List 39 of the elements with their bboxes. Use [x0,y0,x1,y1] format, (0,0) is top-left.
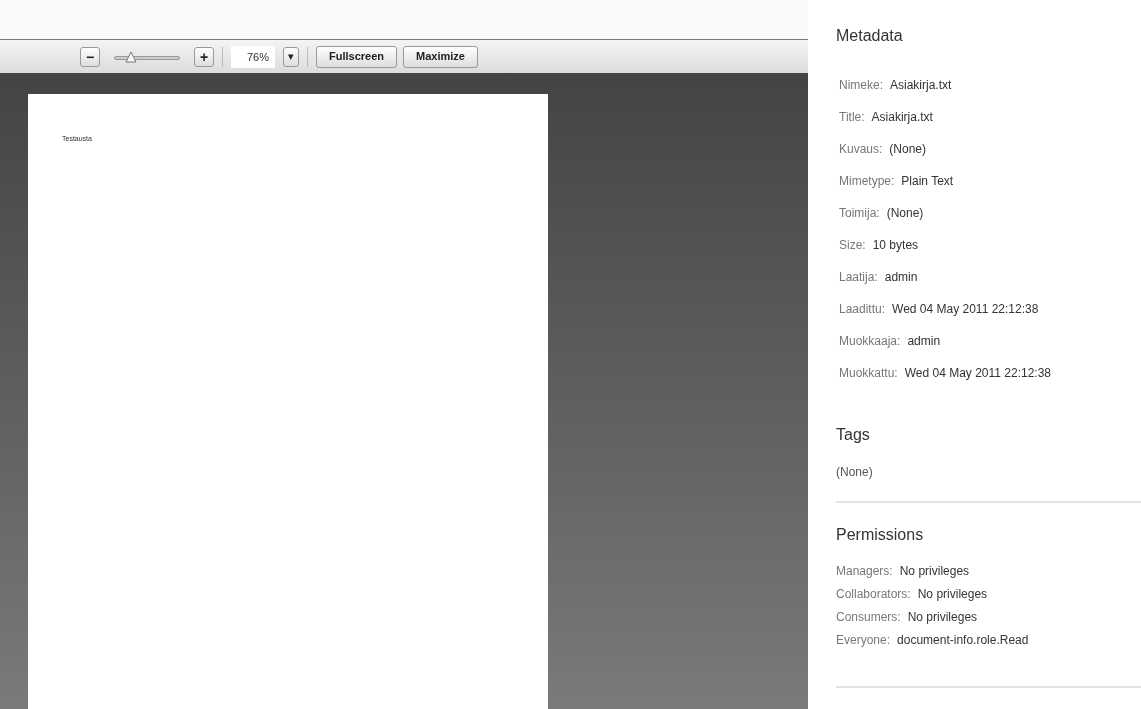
field-label: Muokkaaja: [839,333,901,350]
field-value: 10 bytes [872,237,919,254]
field-value: admin [884,269,918,286]
field-label: Laadittu: [839,301,886,318]
field-value: No privileges [899,563,970,580]
field-value: document-info.role.Read [897,632,1029,649]
section-heading: Tags [836,425,871,445]
field-label: Size: [839,237,866,254]
section-heading: Permissions [836,525,925,545]
field-label: Nimeke: [839,77,883,94]
field-value: Plain Text [901,173,954,190]
field-label: Managers: [836,563,893,580]
zoom-in-button[interactable]: + [194,46,214,67]
zoom-field[interactable]: 76% [231,45,275,68]
tags-value: (None) [836,464,874,481]
field-value: (None) [889,141,927,158]
field-label: Consumers: [836,609,901,626]
field-label: Everyone: [836,632,891,649]
field-label: Muokkattu: [839,365,898,382]
field-value: Wed 04 May 2011 22:12:38 [892,301,1039,318]
field-value: Wed 04 May 2011 22:12:38 [904,365,1052,382]
section-heading: Metadata [836,26,904,46]
field-value: admin [907,333,941,350]
field-label: Title: [839,109,865,126]
field-label: Collaborators: [836,586,911,603]
field-value: Asiakirja.txt [871,109,933,126]
field-value: Asiakirja.txt [890,77,952,94]
slider-thumb[interactable] [124,50,137,63]
field-value: (None) [886,205,924,222]
field-value: No privileges [917,586,988,603]
field-value: No privileges [907,609,978,626]
toolbar-button[interactable]: Fullscreen [316,45,398,68]
zoom-dropdown-button[interactable]: ▾ [283,46,299,67]
zoom-out-button[interactable]: − [80,46,100,67]
field-label: Laatija: [839,269,878,286]
field-label: Kuvaus: [839,141,883,158]
toolbar-button[interactable]: Maximize [403,45,478,68]
field-label: Toimija: [839,205,880,222]
field-label: Mimetype: [839,173,895,190]
